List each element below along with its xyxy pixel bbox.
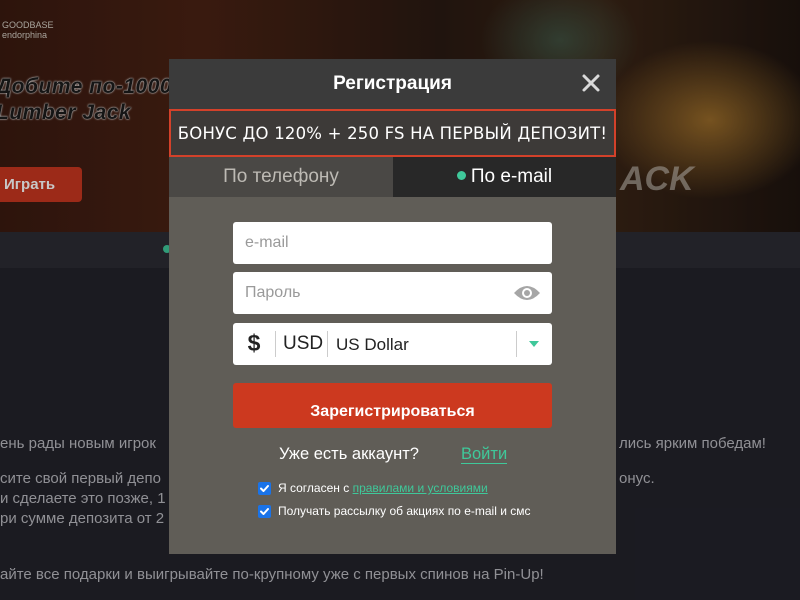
active-tab-dot-icon [456, 171, 466, 180]
newsletter-checkbox[interactable] [258, 505, 271, 518]
tab-phone-label: По телефону [223, 166, 339, 187]
eye-icon [514, 286, 540, 300]
terms-link[interactable]: правилами и условиями [353, 481, 488, 495]
chevron-down-icon[interactable] [529, 341, 539, 347]
registration-tabs: По телефону По e-mail [169, 157, 616, 197]
check-icon [260, 485, 269, 492]
close-icon [582, 74, 600, 92]
tab-email-label: По e-mail [470, 166, 553, 187]
currency-code: USD [283, 333, 324, 354]
divider [516, 331, 517, 357]
modal-title: Регистрация [333, 73, 452, 94]
password-input[interactable] [233, 272, 552, 314]
register-button[interactable]: Зарегистрироваться [233, 383, 552, 428]
close-button[interactable] [580, 72, 602, 94]
email-input[interactable] [233, 222, 552, 264]
terms-label: Я согласен с правилами и условиями [278, 481, 488, 495]
modal-header: Регистрация [169, 59, 616, 109]
tab-phone[interactable]: По телефону [169, 157, 393, 197]
have-account-text: Уже есть аккаунт? [279, 445, 419, 463]
bonus-banner: БОНУС ДО 120% + 250 FS НА ПЕРВЫЙ ДЕПОЗИТ… [169, 109, 616, 157]
registration-modal: Регистрация БОНУС ДО 120% + 250 FS НА ПЕ… [169, 59, 616, 554]
check-icon [260, 508, 269, 515]
divider [327, 331, 328, 357]
newsletter-label: Получать рассылку об акциях по e-mail и … [278, 504, 531, 518]
tab-email[interactable]: По e-mail [393, 157, 616, 197]
currency-name: US Dollar [336, 335, 409, 354]
show-password-button[interactable] [512, 283, 542, 303]
terms-checkbox[interactable] [258, 482, 271, 495]
currency-symbol: $ [247, 330, 261, 356]
divider [275, 331, 276, 357]
login-link[interactable]: Войти [461, 445, 508, 464]
currency-select[interactable]: $ USD US Dollar [233, 323, 552, 365]
